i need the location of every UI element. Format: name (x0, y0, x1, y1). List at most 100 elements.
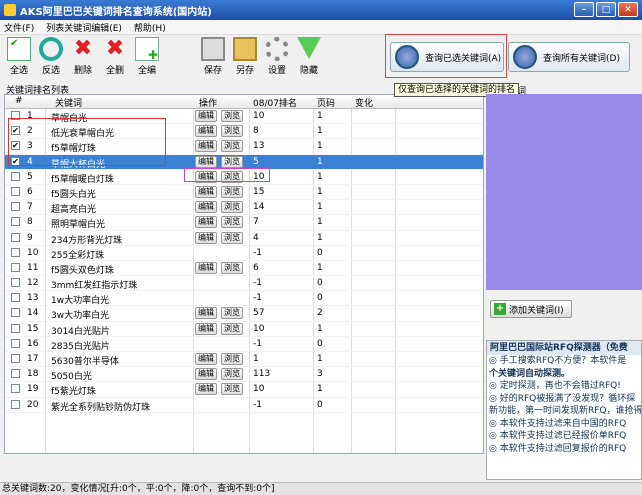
save-icon (201, 37, 225, 61)
row-keyword: 3w大功率白光 (51, 311, 110, 322)
table-row[interactable]: 19 f5紫光灯珠 10 1 编辑 浏览 (5, 382, 483, 398)
table-row[interactable]: 12 3mm红发红指示灯珠 -1 0 (5, 276, 483, 292)
row-browse-button[interactable]: 浏览 (221, 322, 243, 335)
row-keyword: 5050白光 (51, 372, 92, 383)
row-browse-button[interactable]: 浏览 (221, 307, 243, 320)
table-row[interactable]: 13 1w大功率白光 -1 0 (5, 291, 483, 307)
add-keyword-button[interactable]: + 添加关键词(I) (490, 300, 572, 318)
select-all-button[interactable]: 全选 (4, 37, 34, 76)
row-number: 10 (27, 247, 39, 258)
col-rank[interactable]: 08/07排名 (253, 96, 297, 109)
minimize-button[interactable]: – (574, 2, 594, 17)
table-row[interactable]: 8 照明草帽白光 7 1 编辑 浏览 (5, 215, 483, 231)
save-as-button[interactable]: 另存 (230, 37, 260, 76)
row-checkbox[interactable] (11, 171, 20, 181)
col-num[interactable]: # (15, 96, 23, 106)
row-checkbox[interactable] (11, 247, 20, 257)
right-panel (486, 94, 642, 290)
row-edit-button[interactable]: 编辑 (195, 261, 217, 274)
row-edit-button[interactable]: 编辑 (195, 368, 217, 381)
row-checkbox[interactable] (11, 293, 20, 303)
row-browse-button[interactable]: 浏览 (221, 110, 243, 122)
row-rank: -1 (253, 338, 262, 349)
row-browse-button[interactable]: 浏览 (221, 216, 243, 229)
save-button[interactable]: 保存 (198, 37, 228, 76)
row-page: 0 (317, 278, 323, 289)
menu-edit[interactable]: 列表关键词编辑(E) (46, 21, 122, 34)
row-checkbox[interactable] (11, 384, 20, 394)
row-rank: 4 (253, 232, 259, 243)
menu-help[interactable]: 帮助(H) (134, 21, 166, 34)
row-edit-button[interactable]: 编辑 (195, 140, 217, 153)
row-edit-button[interactable]: 编辑 (195, 383, 217, 396)
col-action[interactable]: 操作 (199, 96, 217, 109)
row-browse-button[interactable]: 浏览 (221, 201, 243, 214)
row-browse-button[interactable]: 浏览 (221, 125, 243, 138)
row-edit-button[interactable]: 编辑 (195, 155, 217, 168)
row-edit-button[interactable]: 编辑 (195, 353, 217, 365)
delete-all-button[interactable]: ✖ 全删 (100, 37, 130, 77)
row-edit-button[interactable]: 编辑 (195, 201, 217, 214)
table-row[interactable]: 9 234方形背光灯珠 4 1 编辑 浏览 (5, 231, 483, 246)
row-browse-button[interactable]: 浏览 (221, 383, 243, 396)
table-row[interactable]: 14 3w大功率白光 57 2 编辑 浏览 (5, 306, 483, 322)
row-checkbox[interactable] (11, 232, 20, 242)
row-edit-button[interactable]: 编辑 (195, 307, 217, 320)
row-edit-button[interactable]: 编辑 (195, 185, 217, 198)
row-edit-button[interactable]: 编辑 (195, 216, 217, 229)
row-keyword: f5草帽暖白灯珠 (51, 174, 114, 185)
hide-button[interactable]: 隐藏 (294, 37, 324, 76)
table-row[interactable]: 7 超高亮白光 14 1 编辑 浏览 (5, 200, 483, 216)
table-row[interactable]: 20 紫光全系列贴钞防伪灯珠 -1 0 (5, 398, 483, 413)
row-checkbox[interactable] (11, 399, 20, 409)
row-checkbox[interactable] (11, 217, 20, 227)
menu-file[interactable]: 文件(F) (4, 21, 34, 34)
row-edit-button[interactable]: 编辑 (195, 322, 217, 335)
table-row[interactable]: 18 5050白光 113 3 编辑 浏览 (5, 367, 483, 383)
row-browse-button[interactable]: 浏览 (221, 155, 243, 168)
row-checkbox[interactable] (11, 278, 20, 288)
row-edit-button[interactable]: 编辑 (195, 110, 217, 122)
row-edit-button[interactable]: 编辑 (195, 125, 217, 138)
query-all-button[interactable]: 查询所有关键词(D) (508, 42, 630, 72)
row-checkbox[interactable] (11, 186, 20, 196)
col-change[interactable]: 变化 (355, 96, 373, 109)
row-checkbox[interactable] (11, 354, 20, 363)
row-browse-button[interactable]: 浏览 (221, 353, 243, 365)
row-edit-button[interactable]: 编辑 (195, 231, 217, 244)
table-row[interactable]: 17 5630普尔半导体 1 1 编辑 浏览 (5, 352, 483, 368)
row-page: 1 (317, 323, 323, 334)
row-browse-button[interactable]: 浏览 (221, 231, 243, 244)
close-button[interactable]: ✕ (618, 2, 638, 17)
row-checkbox[interactable] (11, 202, 20, 212)
settings-button[interactable]: 设置 (262, 37, 292, 76)
table-row[interactable]: 11 f5圆头双色灯珠 6 1 编辑 浏览 (5, 261, 483, 277)
table-row[interactable]: 10 255全彩灯珠 -1 0 (5, 246, 483, 261)
row-checkbox[interactable] (11, 323, 20, 333)
row-checkbox[interactable] (11, 369, 20, 379)
query-selected-button[interactable]: 查询已选关键词(A) (390, 42, 504, 72)
col-keyword[interactable]: 关键词 (55, 96, 82, 109)
row-browse-button[interactable]: 浏览 (221, 140, 243, 153)
col-page[interactable]: 页码 (317, 96, 335, 109)
row-rank: 10 (253, 384, 265, 395)
row-browse-button[interactable]: 浏览 (221, 368, 243, 381)
row-number: 11 (27, 262, 39, 273)
row-checkbox[interactable] (11, 308, 20, 318)
row-browse-button[interactable]: 浏览 (221, 185, 243, 198)
table-row[interactable]: 16 2835白光贴片 -1 0 (5, 337, 483, 352)
table-row[interactable]: 15 3014白光贴片 10 1 编辑 浏览 (5, 322, 483, 337)
row-rank: -1 (253, 293, 262, 304)
table-row[interactable]: 6 f5圆头白光 15 1 编辑 浏览 (5, 185, 483, 201)
invert-selection-button[interactable]: 反选 (36, 37, 66, 76)
maximize-button[interactable]: □ (596, 2, 616, 17)
delete-button[interactable]: ✖ 删除 (68, 37, 98, 77)
edit-all-button[interactable]: 全编 (132, 37, 162, 76)
row-checkbox[interactable] (11, 338, 20, 348)
ad-lines: ◎ 手工搜索RFQ不方便？本软件是 个关键词自动探测。 ◎ 定时探测，再也不会错过R… (487, 355, 641, 455)
magnifier-icon (513, 45, 537, 69)
row-browse-button[interactable]: 浏览 (221, 261, 243, 274)
row-checkbox[interactable] (11, 262, 20, 272)
row-page: 2 (317, 308, 323, 319)
row-page: 1 (317, 217, 323, 228)
